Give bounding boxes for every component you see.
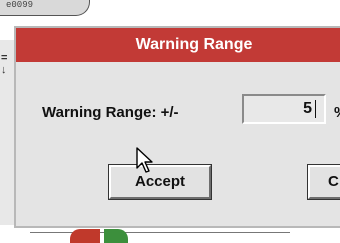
screen: e0099 = ↓ Warning Range Warning Range: +… <box>0 0 340 243</box>
background-app-left-glyph: = ↓ <box>1 52 8 76</box>
mouse-pointer-icon <box>136 147 153 173</box>
background-red-shape <box>70 229 100 243</box>
dialog-titlebar[interactable]: Warning Range <box>16 28 340 62</box>
background-green-shape <box>104 229 128 243</box>
background-app-header: e0099 <box>0 0 90 16</box>
accept-button[interactable]: Accept <box>108 164 212 200</box>
text-caret <box>315 99 316 118</box>
warning-range-label: Warning Range: +/- <box>42 104 179 121</box>
warning-range-dialog: Warning Range Warning Range: +/- 5 % Acc… <box>14 26 340 228</box>
percent-unit-label: % <box>334 104 340 121</box>
warning-range-value: 5 <box>303 100 312 117</box>
cancel-button[interactable]: C <box>307 164 340 200</box>
background-divider <box>30 232 290 233</box>
warning-range-input[interactable]: 5 <box>242 94 326 124</box>
